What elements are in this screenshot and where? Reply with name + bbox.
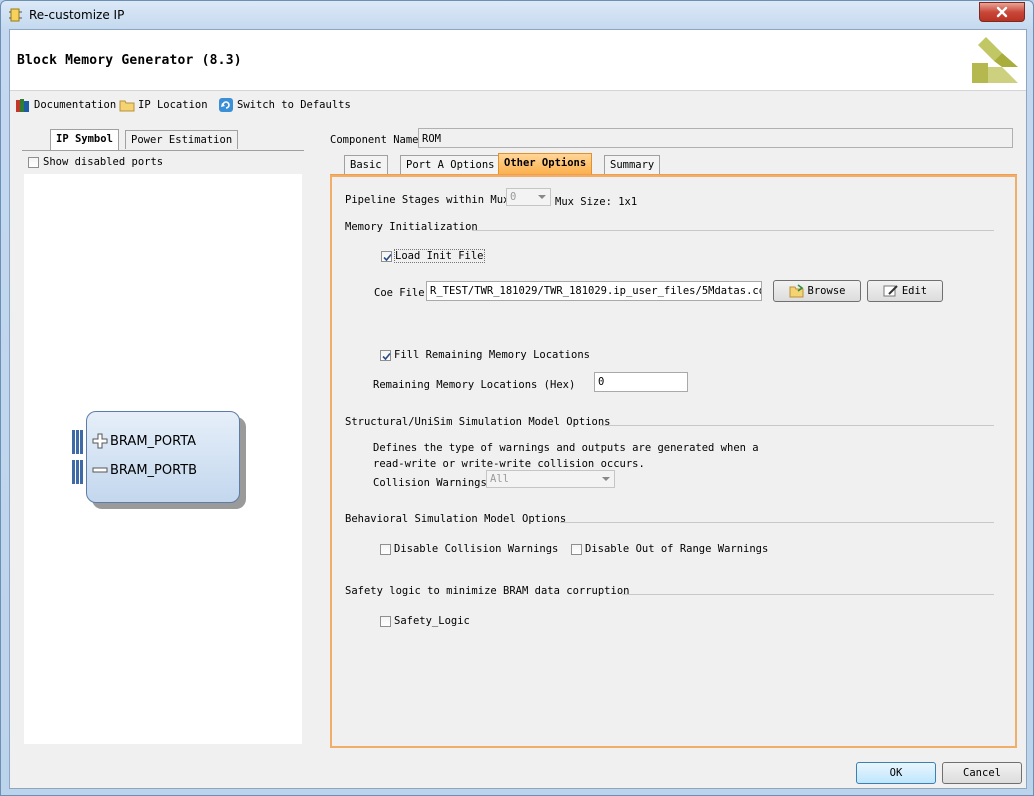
- switch-defaults-button[interactable]: Switch to Defaults: [218, 96, 351, 114]
- books-icon: [16, 99, 29, 112]
- port-b-label: BRAM_PORTB: [110, 462, 198, 478]
- component-name-label: Component Name: [330, 134, 419, 146]
- ip-location-button[interactable]: IP Location: [119, 96, 208, 114]
- behavioral-heading: Behavioral Simulation Model Options: [345, 513, 567, 525]
- show-disabled-ports-checkbox[interactable]: [28, 156, 39, 168]
- ip-location-label: IP Location: [138, 99, 208, 111]
- tab-basic[interactable]: Basic: [344, 155, 388, 174]
- collision-warnings-value: All: [490, 473, 509, 485]
- edit-label: Edit: [901, 285, 928, 297]
- left-tabs: IP Symbol Power Estimation: [22, 129, 304, 151]
- ip-icon: [9, 8, 22, 22]
- safety-logic-option[interactable]: Safety_Logic: [380, 615, 470, 627]
- load-init-file-checkbox[interactable]: [381, 250, 392, 262]
- checkmark-icon: [383, 253, 392, 261]
- cancel-button[interactable]: Cancel: [942, 762, 1022, 784]
- section-divider: [560, 522, 994, 523]
- close-button[interactable]: [979, 2, 1025, 22]
- browse-button[interactable]: Browse: [773, 280, 861, 302]
- option-tabs: Basic Port A Options Other Options Summa…: [330, 153, 1017, 175]
- tab-summary[interactable]: Summary: [604, 155, 661, 174]
- disable-collision-checkbox[interactable]: [380, 543, 391, 555]
- safety-heading: Safety logic to minimize BRAM data corru…: [345, 585, 630, 597]
- coe-file-input[interactable]: R_TEST/TWR_181029/TWR_181029.ip_user_fil…: [426, 281, 762, 301]
- mux-size-text: Mux Size: 1x1: [555, 196, 638, 208]
- collapse-minus-icon: [92, 467, 108, 473]
- load-init-file-label: Load Init File: [394, 249, 485, 263]
- port-a-row[interactable]: BRAM_PORTA: [92, 433, 196, 449]
- cancel-label: Cancel: [963, 767, 1001, 779]
- safety-logic-checkbox[interactable]: [380, 615, 391, 627]
- section-divider: [622, 594, 994, 595]
- checkmark-icon: [382, 352, 391, 360]
- remaining-memory-input[interactable]: 0: [594, 372, 688, 392]
- disable-collision-label: Disable Collision Warnings: [394, 543, 559, 555]
- section-divider: [472, 230, 994, 231]
- structural-desc-line2: read-write or write-write collision occu…: [373, 458, 645, 470]
- documentation-button[interactable]: Documentation: [15, 96, 116, 114]
- disable-range-label: Disable Out of Range Warnings: [585, 543, 769, 555]
- section-divider: [600, 425, 994, 426]
- fill-remaining-checkbox[interactable]: [380, 349, 391, 361]
- disable-range-checkbox[interactable]: [571, 543, 582, 555]
- title-bar[interactable]: Re-customize IP: [1, 1, 1033, 29]
- other-options-panel: Pipeline Stages within Mux 0 Mux Size: 1…: [330, 175, 1017, 748]
- ok-button[interactable]: OK: [856, 762, 936, 784]
- structural-desc-line1: Defines the type of warnings and outputs…: [373, 442, 759, 454]
- disable-collision-option[interactable]: Disable Collision Warnings: [380, 543, 558, 555]
- documentation-label: Documentation: [34, 99, 117, 111]
- pipeline-value: 0: [510, 191, 517, 203]
- pipeline-label: Pipeline Stages within Mux: [345, 194, 510, 206]
- close-icon: [996, 6, 1008, 18]
- port-b-row[interactable]: BRAM_PORTB: [92, 462, 197, 478]
- load-init-file-option[interactable]: Load Init File: [381, 249, 485, 263]
- refresh-icon: [219, 98, 233, 112]
- tab-power-estimation[interactable]: Power Estimation: [125, 130, 239, 149]
- show-disabled-ports[interactable]: Show disabled ports: [28, 156, 163, 168]
- port-a-label: BRAM_PORTA: [110, 433, 197, 449]
- disable-range-option[interactable]: Disable Out of Range Warnings: [571, 543, 768, 555]
- fill-remaining-label: Fill Remaining Memory Locations: [394, 349, 590, 361]
- bram-symbol-body: [86, 411, 240, 503]
- expand-plus-icon: [92, 433, 108, 449]
- xilinx-logo-icon: [972, 37, 1018, 83]
- coe-file-label: Coe File: [374, 287, 425, 299]
- folder-icon: [119, 100, 135, 112]
- tab-ip-symbol[interactable]: IP Symbol: [50, 129, 119, 150]
- edit-pencil-icon: [883, 285, 898, 297]
- chevron-down-icon: [538, 195, 546, 199]
- bram-symbol: BRAM_PORTA BRAM_PORTB: [72, 411, 246, 509]
- browse-label: Browse: [807, 285, 846, 297]
- ip-symbol-canvas: BRAM_PORTA BRAM_PORTB: [24, 174, 302, 744]
- port-b-bus-icon: [72, 460, 83, 484]
- switch-defaults-label: Switch to Defaults: [237, 99, 351, 111]
- chevron-down-icon: [602, 477, 610, 481]
- edit-button[interactable]: Edit: [867, 280, 943, 302]
- memory-init-heading: Memory Initialization: [345, 221, 478, 233]
- port-a-bus-icon: [72, 430, 83, 454]
- show-disabled-ports-label: Show disabled ports: [43, 156, 164, 168]
- structural-heading: Structural/UniSim Simulation Model Optio…: [345, 416, 611, 428]
- tab-port-a-options[interactable]: Port A Options: [400, 155, 501, 174]
- pipeline-select[interactable]: 0: [506, 188, 551, 206]
- component-name-field[interactable]: ROM: [418, 128, 1013, 148]
- window-title: Re-customize IP: [29, 8, 125, 22]
- fill-remaining-option[interactable]: Fill Remaining Memory Locations: [380, 349, 590, 361]
- remaining-memory-label: Remaining Memory Locations (Hex): [373, 379, 576, 391]
- dialog-client: Block Memory Generator (8.3) Documentati…: [9, 29, 1027, 789]
- ok-label: OK: [889, 767, 903, 779]
- page-title: Block Memory Generator (8.3): [17, 53, 242, 68]
- dialog-window: Re-customize IP Block Memory Generator (…: [0, 0, 1034, 796]
- tab-other-options[interactable]: Other Options: [498, 153, 593, 174]
- collision-warnings-select[interactable]: All: [486, 470, 615, 488]
- collision-warnings-label: Collision Warnings: [373, 477, 487, 489]
- header: Block Memory Generator (8.3): [10, 30, 1026, 91]
- folder-open-icon: [789, 284, 804, 298]
- safety-logic-label: Safety_Logic: [394, 615, 470, 627]
